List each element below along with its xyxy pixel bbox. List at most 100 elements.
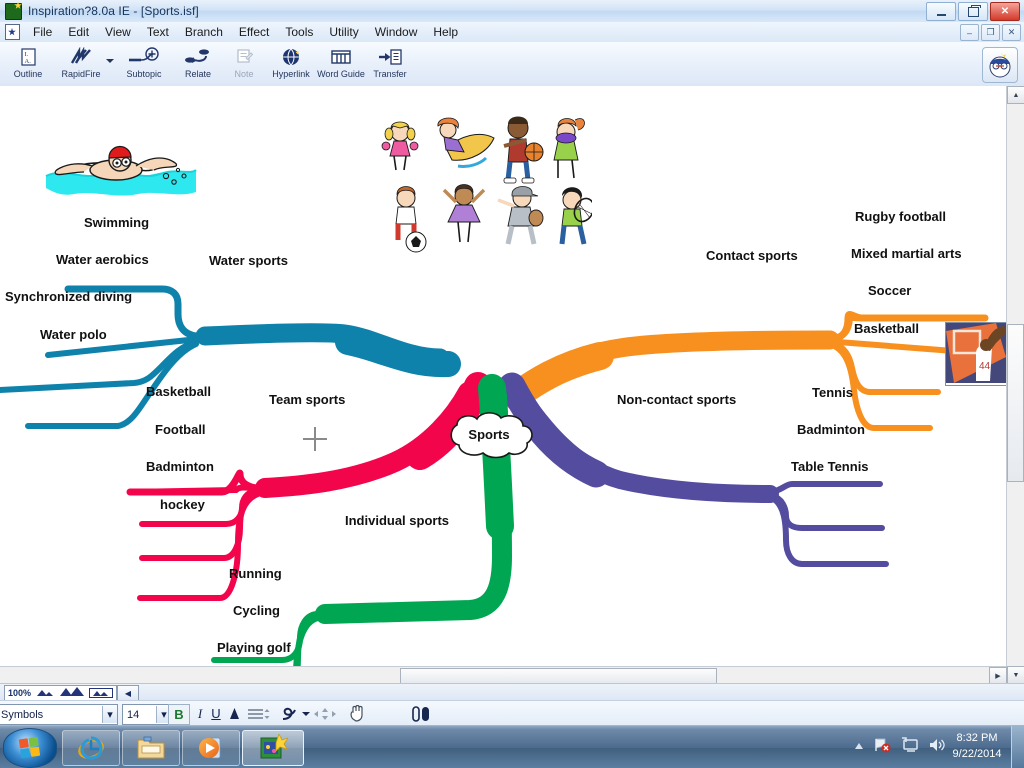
node-label-tennis[interactable]: Tennis: [812, 385, 853, 400]
display-icon[interactable]: [901, 736, 919, 758]
node-label-mixed-martial-arts[interactable]: Mixed martial arts: [851, 246, 962, 261]
toolbar-button-transfer[interactable]: Transfer: [362, 45, 418, 85]
zoom-level: 100%: [8, 688, 32, 698]
node-label-table-tennis[interactable]: Table Tennis: [791, 459, 869, 474]
hand-pan-icon[interactable]: [346, 704, 368, 723]
node-label-football[interactable]: Football: [155, 422, 206, 437]
taskbar-media-player[interactable]: [182, 730, 240, 766]
taskbar-internet-explorer[interactable]: [62, 730, 120, 766]
transfer-icon: [377, 45, 403, 69]
node-label-water-aerobics[interactable]: Water aerobics: [56, 252, 149, 267]
toolbar-label-rapidfire: RapidFire: [61, 69, 101, 79]
minimize-button[interactable]: [926, 2, 956, 21]
word-guide-book-icon: [329, 45, 353, 69]
node-label-swimming[interactable]: Swimming: [84, 215, 149, 230]
center-node-label: Sports: [468, 426, 510, 442]
hyperlink-globe-icon: [280, 45, 302, 69]
horizontal-scrollbar[interactable]: ▶: [0, 666, 1007, 685]
font-color-icon[interactable]: [224, 704, 244, 723]
branch-label-contact-sports[interactable]: Contact sports: [706, 248, 798, 263]
node-label-water-polo[interactable]: Water polo: [40, 327, 107, 342]
vertical-scrollbar[interactable]: ▲ ▼: [1006, 86, 1024, 684]
position-icon[interactable]: [408, 704, 434, 723]
menu-item-help[interactable]: Help: [425, 23, 466, 41]
basketball-player-photo[interactable]: 44: [945, 322, 1007, 386]
scroll-up-arrow[interactable]: ▲: [1007, 86, 1024, 104]
mdi-minimize-button[interactable]: –: [960, 24, 979, 41]
node-label-badminton-team[interactable]: Badminton: [146, 459, 214, 474]
mdi-close-button[interactable]: ✕: [1002, 24, 1021, 41]
menu-item-edit[interactable]: Edit: [60, 23, 97, 41]
mindmap-canvas[interactable]: Sports Water sports Swimming Water aerob…: [0, 86, 1008, 684]
windows-start-orb[interactable]: [3, 728, 57, 768]
arrange-arrows-icon[interactable]: [312, 704, 338, 723]
center-node-sports[interactable]: Sports: [443, 413, 535, 455]
align-lines-icon[interactable]: [245, 704, 273, 723]
toolbar-label-hyperlink: Hyperlink: [272, 69, 310, 79]
menu-item-view[interactable]: View: [97, 23, 139, 41]
branch-label-individual-sports[interactable]: Individual sports: [345, 513, 449, 528]
mdi-restore-button[interactable]: ❐: [981, 24, 1000, 41]
toolbar-button-rapidfire[interactable]: RapidFire: [50, 45, 112, 85]
taskbar-inspiration[interactable]: [242, 730, 304, 766]
canvas-crosshair: [303, 427, 327, 451]
menu-item-tools[interactable]: Tools: [277, 23, 321, 41]
left-arrow-icon[interactable]: ◀: [117, 685, 139, 701]
node-label-playing-golf[interactable]: Playing golf: [217, 640, 291, 655]
system-tray: [853, 726, 946, 768]
chevron-down-icon[interactable]: [302, 712, 310, 716]
clock-time: 8:32 PM: [956, 732, 998, 744]
close-button[interactable]: ✕: [990, 2, 1020, 21]
node-label-basketball-contact[interactable]: Basketball: [854, 321, 919, 336]
chevron-down-icon[interactable]: [106, 59, 114, 63]
scroll-down-arrow[interactable]: ▼: [1007, 666, 1024, 684]
toolbar-button-subtopic[interactable]: Subtopic: [114, 45, 174, 85]
restore-button[interactable]: [958, 2, 988, 21]
toolbar-button-relate[interactable]: Relate: [172, 45, 224, 85]
font-size-select[interactable]: 14 ▾: [122, 704, 172, 725]
style-brush-icon[interactable]: [278, 704, 300, 723]
zoom-controls[interactable]: 100%: [4, 685, 118, 701]
node-label-hockey[interactable]: hockey: [160, 497, 205, 512]
window-title: Inspiration?8.0a IE - [Sports.isf]: [28, 4, 199, 18]
vertical-scroll-thumb[interactable]: [1007, 324, 1024, 482]
branch-noncontact-sports: [498, 372, 889, 567]
branch-label-noncontact-sports[interactable]: Non-contact sports: [617, 392, 736, 407]
network-error-icon[interactable]: [874, 737, 892, 758]
toolbar-label-outline: Outline: [13, 69, 43, 79]
branch-label-water-sports[interactable]: Water sports: [209, 253, 288, 268]
node-label-badminton-nc[interactable]: Badminton: [797, 422, 865, 437]
show-desktop-button[interactable]: [1011, 726, 1024, 768]
node-label-cycling[interactable]: Cycling: [233, 603, 280, 618]
swimmer-clipart[interactable]: [38, 124, 200, 204]
menu-item-text[interactable]: Text: [139, 23, 177, 41]
inspiration-star-icon: [5, 2, 22, 20]
menu-item-file[interactable]: File: [25, 23, 60, 41]
menu-item-window[interactable]: Window: [367, 23, 426, 41]
taskbar-file-explorer[interactable]: [122, 730, 180, 766]
toolbar-button-outline[interactable]: I. A. Outline: [2, 45, 54, 85]
show-hidden-icons-chevron[interactable]: [853, 738, 865, 756]
font-family-select[interactable]: Symbols ▾: [0, 704, 118, 725]
node-label-rugby-football[interactable]: Rugby football: [855, 209, 946, 224]
fit-page-icon[interactable]: [89, 688, 114, 698]
menu-item-effect[interactable]: Effect: [231, 23, 277, 41]
menu-item-branch[interactable]: Branch: [177, 23, 231, 41]
node-label-running[interactable]: Running: [229, 566, 282, 581]
inspiration-mascot-icon[interactable]: [982, 47, 1018, 83]
kids-sports-clipart[interactable]: [376, 110, 595, 260]
bold-button[interactable]: B: [168, 704, 190, 725]
horizontal-scroll-thumb[interactable]: [400, 668, 717, 684]
branch-label-team-sports[interactable]: Team sports: [269, 392, 345, 407]
node-label-synchronized-diving[interactable]: Synchronized diving: [5, 289, 132, 304]
document-star-icon[interactable]: [5, 24, 20, 40]
underline-button[interactable]: U: [206, 704, 226, 723]
toolbar-label-word-guide: Word Guide: [317, 69, 365, 79]
node-label-basketball-team[interactable]: Basketball: [146, 384, 211, 399]
volume-icon[interactable]: [928, 737, 946, 758]
taskbar-clock[interactable]: 8:32 PM 9/22/2014: [948, 730, 1006, 762]
outline-icon: I. A.: [18, 45, 38, 69]
node-label-soccer[interactable]: Soccer: [868, 283, 911, 298]
chevron-down-icon[interactable]: ▾: [102, 706, 117, 723]
menu-item-utility[interactable]: Utility: [321, 23, 366, 41]
